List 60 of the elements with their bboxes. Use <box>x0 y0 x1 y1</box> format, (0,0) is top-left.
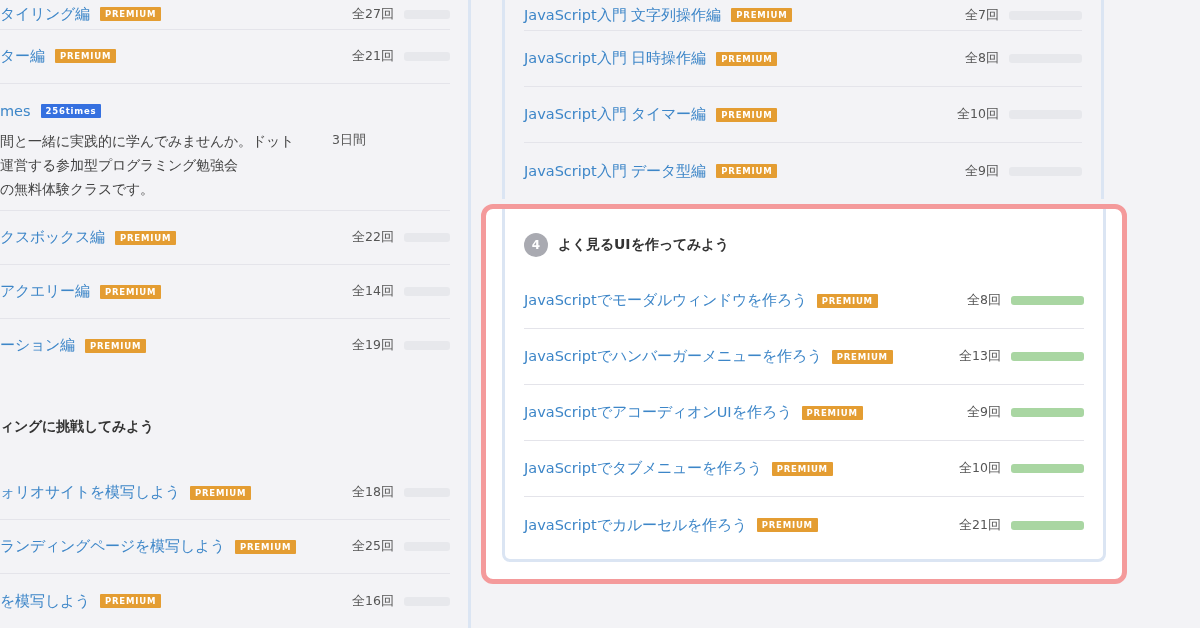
lesson-count: 全10回 <box>959 460 1001 477</box>
lesson-link[interactable]: ター編 <box>0 46 45 66</box>
lesson-count: 全8回 <box>967 292 1001 309</box>
lesson-count: 全18回 <box>352 484 394 502</box>
premium-badge: PREMIUM <box>115 230 177 245</box>
event-description-line: 運営する参加型プログラミング勉強会 <box>0 155 238 175</box>
lesson-link[interactable]: クスボックス編 <box>0 228 105 248</box>
premium-badge: PREMIUM <box>816 293 878 308</box>
lesson-count: 全25回 <box>352 538 394 556</box>
event-link[interactable]: mes <box>0 102 31 119</box>
premium-badge: PREMIUM <box>190 485 252 500</box>
premium-badge: PREMIUM <box>55 49 117 64</box>
section-number: 4 <box>524 233 548 257</box>
premium-badge: PREMIUM <box>716 107 778 122</box>
lesson-link[interactable]: ーション編 <box>0 336 75 356</box>
lesson-count: 全19回 <box>352 337 394 355</box>
lesson-count: 全9回 <box>965 162 999 180</box>
lesson-link[interactable]: JavaScript入門 文字列操作編 <box>524 5 722 25</box>
event-description-line: の無料体験クラスです。 <box>0 179 154 199</box>
lesson-count: 全22回 <box>352 229 394 247</box>
premium-badge: PREMIUM <box>100 284 162 299</box>
premium-badge: PREMIUM <box>716 164 778 178</box>
lesson-link[interactable]: ランディングページを模写しよう <box>0 537 225 557</box>
premium-badge: PREMIUM <box>831 349 893 364</box>
premium-badge: PREMIUM <box>716 51 778 66</box>
lesson-link[interactable]: JavaScriptでアコーディオンUIを作ろう <box>524 403 792 422</box>
lesson-link[interactable]: JavaScriptでモーダルウィンドウを作ろう <box>524 291 807 310</box>
section-heading: ィングに挑戦してみよう <box>0 417 154 436</box>
premium-badge: PREMIUM <box>100 7 162 22</box>
premium-badge: PREMIUM <box>756 518 818 532</box>
lesson-link[interactable]: JavaScriptでハンバーガーメニューを作ろう <box>524 347 822 366</box>
lesson-count: 全8回 <box>965 50 999 67</box>
lesson-link[interactable]: ォリオサイトを模写しよう <box>0 483 180 503</box>
lesson-count: 全7回 <box>965 6 999 24</box>
premium-badge: PREMIUM <box>731 8 793 22</box>
lesson-link[interactable]: JavaScript入門 データ型編 <box>524 161 707 181</box>
lesson-count: 全14回 <box>352 283 394 301</box>
lesson-count: 全10回 <box>957 106 999 123</box>
lesson-count: 全21回 <box>959 516 1001 534</box>
lesson-count: 全13回 <box>959 348 1001 365</box>
event-duration: 3日間 <box>332 131 366 149</box>
premium-badge: PREMIUM <box>771 461 833 476</box>
premium-badge: PREMIUM <box>235 539 297 554</box>
lesson-count: 全9回 <box>967 404 1001 421</box>
event-description-line: 間と一緒に実践的に学んでみませんか。ドット <box>0 131 294 151</box>
lesson-link[interactable]: アクエリー編 <box>0 282 90 302</box>
lesson-count: 全21回 <box>352 47 394 65</box>
lesson-link[interactable]: を模写しよう <box>0 591 90 611</box>
premium-badge: PREMIUM <box>85 338 147 353</box>
lesson-link[interactable]: JavaScript入門 日時操作編 <box>524 49 707 68</box>
lesson-count: 全27回 <box>352 5 394 23</box>
lesson-link[interactable]: JavaScriptでタブメニューを作ろう <box>524 459 762 478</box>
lesson-link[interactable]: JavaScript入門 タイマー編 <box>524 105 707 124</box>
section-heading: よく見るUIを作ってみよう <box>558 236 729 254</box>
lesson-link[interactable]: タイリング編 <box>0 4 90 24</box>
lesson-count: 全16回 <box>352 592 394 610</box>
lesson-link[interactable]: JavaScriptでカルーセルを作ろう <box>524 515 747 535</box>
premium-badge: PREMIUM <box>100 594 162 609</box>
event-badge: 256times <box>40 103 102 118</box>
premium-badge: PREMIUM <box>801 405 863 420</box>
